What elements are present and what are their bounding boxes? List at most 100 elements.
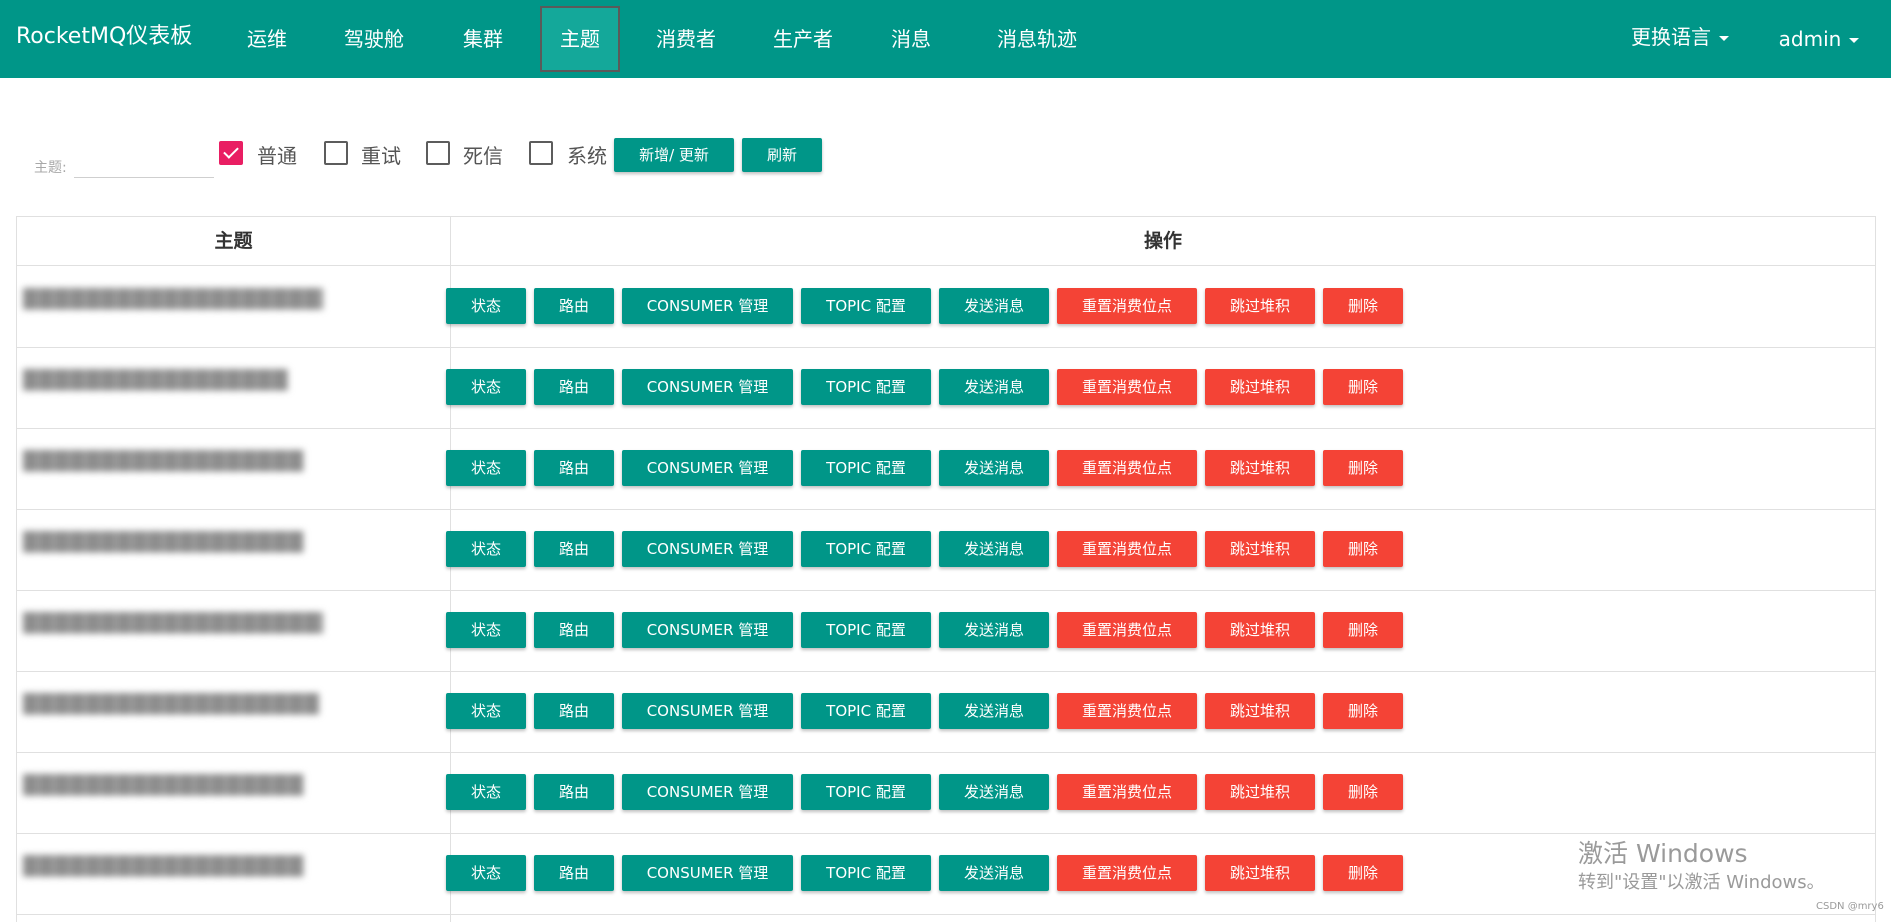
topic-config-button[interactable]: TOPIC 配置 xyxy=(801,369,931,405)
topic-config-button[interactable]: TOPIC 配置 xyxy=(801,450,931,486)
skip-backlog-button[interactable]: 跳过堆积 xyxy=(1205,450,1315,486)
topic-name-cell: ██████████████████ xyxy=(23,531,323,561)
table-row: █████████████████ 状态 路由 CONSUMER 管理 TOPIC 配置… xyxy=(17,347,1875,429)
nav-item-ops[interactable]: 运维 xyxy=(232,6,302,72)
checkbox-normal-label[interactable]: 普通 xyxy=(257,140,297,169)
send-message-button[interactable]: 发送消息 xyxy=(939,531,1049,567)
nav-item-consumer[interactable]: 消费者 xyxy=(646,6,726,72)
add-update-button[interactable]: 新增/ 更新 xyxy=(614,138,734,172)
brand-title[interactable]: RocketMQ仪表板 xyxy=(16,0,192,74)
reset-offset-button[interactable]: 重置消费位点 xyxy=(1057,369,1197,405)
delete-button[interactable]: 删除 xyxy=(1323,855,1403,891)
status-button[interactable]: 状态 xyxy=(446,855,526,891)
checkbox-system-label[interactable]: 系统 xyxy=(567,140,607,169)
topic-config-button[interactable]: TOPIC 配置 xyxy=(801,855,931,891)
consumer-manage-button[interactable]: CONSUMER 管理 xyxy=(622,531,793,567)
delete-button[interactable]: 删除 xyxy=(1323,693,1403,729)
consumer-manage-button[interactable]: CONSUMER 管理 xyxy=(622,774,793,810)
reset-offset-button[interactable]: 重置消费位点 xyxy=(1057,531,1197,567)
status-button[interactable]: 状态 xyxy=(446,288,526,324)
topic-config-button[interactable]: TOPIC 配置 xyxy=(801,531,931,567)
delete-button[interactable]: 删除 xyxy=(1323,774,1403,810)
topic-name: ████████████████████ xyxy=(23,612,323,634)
topic-filter-input[interactable] xyxy=(74,150,214,178)
consumer-manage-button[interactable]: CONSUMER 管理 xyxy=(622,369,793,405)
delete-button[interactable]: 删除 xyxy=(1323,450,1403,486)
skip-backlog-button[interactable]: 跳过堆积 xyxy=(1205,612,1315,648)
reset-offset-button[interactable]: 重置消费位点 xyxy=(1057,855,1197,891)
route-button[interactable]: 路由 xyxy=(534,774,614,810)
topic-name-cell: ████████████████████ xyxy=(23,288,323,318)
skip-backlog-button[interactable]: 跳过堆积 xyxy=(1205,855,1315,891)
route-button[interactable]: 路由 xyxy=(534,369,614,405)
table-row: ██████████████████ 状态 路由 CONSUMER 管理 TOPIC 配… xyxy=(17,752,1875,834)
consumer-manage-button[interactable]: CONSUMER 管理 xyxy=(622,450,793,486)
header-actions: 操作 xyxy=(1143,230,1182,252)
consumer-manage-button[interactable]: CONSUMER 管理 xyxy=(622,855,793,891)
refresh-button[interactable]: 刷新 xyxy=(742,138,822,172)
send-message-button[interactable]: 发送消息 xyxy=(939,612,1049,648)
send-message-button[interactable]: 发送消息 xyxy=(939,693,1049,729)
topic-config-button[interactable]: TOPIC 配置 xyxy=(801,288,931,324)
route-button[interactable]: 路由 xyxy=(534,288,614,324)
route-button[interactable]: 路由 xyxy=(534,693,614,729)
nav-item-cluster[interactable]: 集群 xyxy=(448,6,518,72)
top-navbar: RocketMQ仪表板 运维 驾驶舱 集群 主题 消费者 生产者 消息 消息轨迹… xyxy=(0,0,1891,78)
topic-name: ██████████████████ xyxy=(23,855,305,877)
consumer-manage-button[interactable]: CONSUMER 管理 xyxy=(622,693,793,729)
skip-backlog-button[interactable]: 跳过堆积 xyxy=(1205,288,1315,324)
topic-config-button[interactable]: TOPIC 配置 xyxy=(801,612,931,648)
route-button[interactable]: 路由 xyxy=(534,612,614,648)
reset-offset-button[interactable]: 重置消费位点 xyxy=(1057,693,1197,729)
topic-name: ██████████████████ xyxy=(23,531,305,553)
delete-button[interactable]: 删除 xyxy=(1323,369,1403,405)
nav-item-message-trace[interactable]: 消息轨迹 xyxy=(982,6,1092,72)
checkbox-dlq-label[interactable]: 死信 xyxy=(463,140,503,169)
send-message-button[interactable]: 发送消息 xyxy=(939,369,1049,405)
reset-offset-button[interactable]: 重置消费位点 xyxy=(1057,774,1197,810)
consumer-manage-button[interactable]: CONSUMER 管理 xyxy=(622,612,793,648)
topic-config-button[interactable]: TOPIC 配置 xyxy=(801,693,931,729)
route-button[interactable]: 路由 xyxy=(534,855,614,891)
table-row: ████████████████████ 状态 路由 CONSUMER 管理 TOPIC… xyxy=(17,266,1875,348)
skip-backlog-button[interactable]: 跳过堆积 xyxy=(1205,774,1315,810)
skip-backlog-button[interactable]: 跳过堆积 xyxy=(1205,531,1315,567)
language-dropdown[interactable]: 更换语言 xyxy=(1620,4,1740,70)
reset-offset-button[interactable]: 重置消费位点 xyxy=(1057,612,1197,648)
header-topic: 主题 xyxy=(214,230,253,252)
reset-offset-button[interactable]: 重置消费位点 xyxy=(1057,450,1197,486)
route-button[interactable]: 路由 xyxy=(534,531,614,567)
status-button[interactable]: 状态 xyxy=(446,450,526,486)
route-button[interactable]: 路由 xyxy=(534,450,614,486)
checkbox-retry[interactable] xyxy=(324,141,348,165)
nav-item-cockpit[interactable]: 驾驶舱 xyxy=(334,6,414,72)
checkbox-retry-label[interactable]: 重试 xyxy=(361,140,401,169)
status-button[interactable]: 状态 xyxy=(446,531,526,567)
checkbox-system[interactable] xyxy=(529,141,553,165)
send-message-button[interactable]: 发送消息 xyxy=(939,288,1049,324)
topic-config-button[interactable]: TOPIC 配置 xyxy=(801,774,931,810)
user-dropdown[interactable]: admin xyxy=(1778,6,1860,72)
nav-item-producer[interactable]: 生产者 xyxy=(762,6,844,72)
delete-button[interactable]: 删除 xyxy=(1323,531,1403,567)
status-button[interactable]: 状态 xyxy=(446,369,526,405)
status-button[interactable]: 状态 xyxy=(446,774,526,810)
table-row: ██████████████████ 状态 路由 CONSUMER 管理 TOPIC 配… xyxy=(17,509,1875,591)
consumer-manage-button[interactable]: CONSUMER 管理 xyxy=(622,288,793,324)
nav-item-message[interactable]: 消息 xyxy=(876,6,946,72)
checkbox-dlq[interactable] xyxy=(426,141,450,165)
checkbox-normal[interactable] xyxy=(219,141,243,165)
delete-button[interactable]: 删除 xyxy=(1323,288,1403,324)
send-message-button[interactable]: 发送消息 xyxy=(939,855,1049,891)
topic-name-cell: █████████████████ xyxy=(23,369,323,399)
skip-backlog-button[interactable]: 跳过堆积 xyxy=(1205,693,1315,729)
send-message-button[interactable]: 发送消息 xyxy=(939,450,1049,486)
status-button[interactable]: 状态 xyxy=(446,612,526,648)
skip-backlog-button[interactable]: 跳过堆积 xyxy=(1205,369,1315,405)
reset-offset-button[interactable]: 重置消费位点 xyxy=(1057,288,1197,324)
topic-name: ████████████████████ xyxy=(23,288,323,310)
delete-button[interactable]: 删除 xyxy=(1323,612,1403,648)
send-message-button[interactable]: 发送消息 xyxy=(939,774,1049,810)
status-button[interactable]: 状态 xyxy=(446,693,526,729)
nav-item-topic[interactable]: 主题 xyxy=(540,6,620,72)
